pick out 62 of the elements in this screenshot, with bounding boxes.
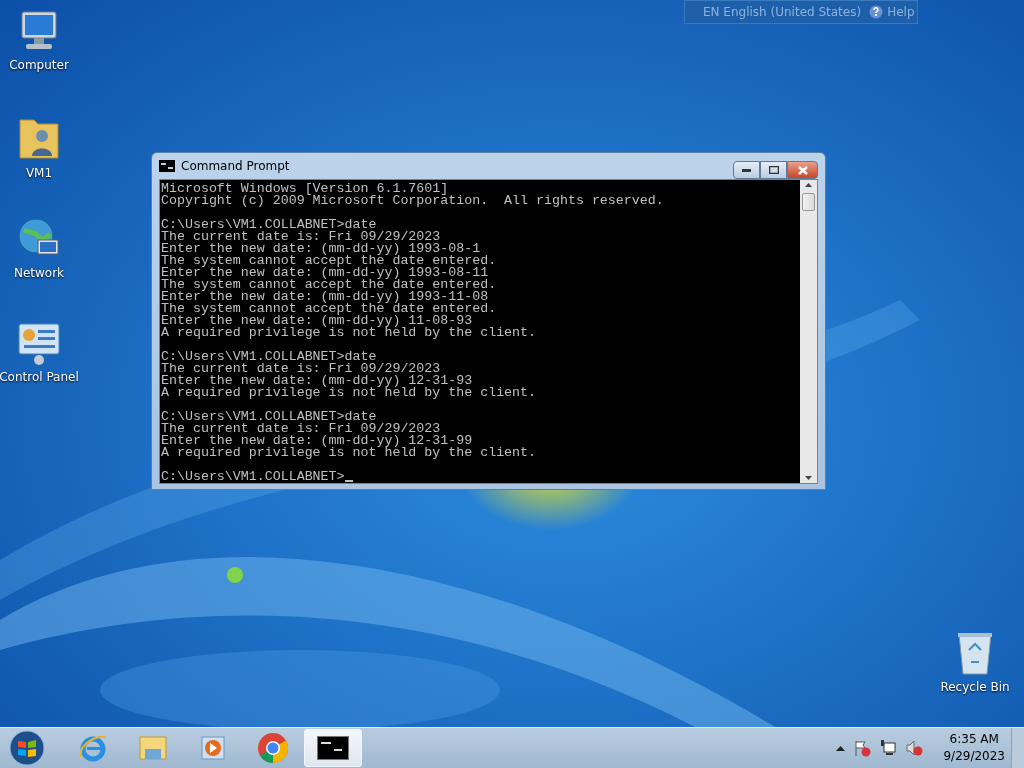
console-line: A required privilege is not held by the client. (161, 447, 538, 459)
desktop-shortcut[interactable]: VM1 (0, 112, 78, 198)
control-panel-icon (16, 320, 62, 366)
show-hidden-icons[interactable] (836, 745, 846, 751)
recycle-bin-icon (955, 630, 995, 676)
close-icon (797, 165, 808, 175)
console-line: Enter the new date: (mm-dd-yy) 1993-08-11 (161, 267, 489, 279)
desktop-shortcut[interactable]: Recycle Bin (940, 630, 1010, 716)
shortcut-label: VM1 (25, 166, 53, 180)
clock-time: 6:35 AM (949, 731, 999, 748)
console-line: Copyright (c) 2009 Microsoft Corporation. All rights reserved. (161, 195, 665, 207)
minimize-button[interactable] (733, 161, 760, 179)
console-line: Enter the new date: (mm-dd-yy) 12-31-93 (161, 375, 474, 387)
clock-date: 9/29/2023 (943, 748, 1005, 765)
shortcut-label: Network (13, 266, 65, 280)
shortcut-label: Control Panel (0, 370, 79, 384)
console-line: A required privilege is not held by the client. (161, 387, 538, 399)
scroll-up-icon (805, 183, 812, 187)
muted-volume-icon[interactable] (905, 739, 924, 757)
action-center-icon[interactable] (853, 739, 872, 757)
console-line: The current date is: Fri 09/29/2023 (161, 423, 441, 435)
terminal-icon (317, 736, 349, 760)
console-line: C:\Users\VM1.COLLABNET>date (161, 219, 377, 231)
browser-e-icon (78, 733, 108, 763)
console-line: C:\Users\VM1.COLLABNET>date (161, 411, 377, 423)
text-cursor (344, 480, 353, 482)
console-line: The current date is: Fri 09/29/2023 (161, 231, 441, 243)
clock[interactable]: 6:35 AM 9/29/2023 (943, 731, 1005, 765)
terminal-icon (159, 160, 175, 172)
console-line: Enter the new date: (mm-dd-yy) 12-31-99 (161, 435, 474, 447)
desktop-shortcut[interactable]: Computer (0, 8, 78, 94)
scroll-thumb[interactable] (802, 193, 815, 211)
maximize-button[interactable] (760, 161, 787, 179)
console-prompt: C:\Users\VM1.COLLABNET> (161, 471, 345, 483)
desktop-shortcut[interactable]: Control Panel (0, 320, 78, 406)
start-orb-icon (8, 729, 46, 767)
desktop-shortcut[interactable]: Network (0, 216, 78, 302)
maximize-icon (768, 166, 779, 174)
console-line: A required privilege is not held by the client. (161, 327, 538, 339)
console-line: Enter the new date: (mm-dd-yy) 1993-08-1 (161, 243, 481, 255)
start-button[interactable] (8, 729, 46, 767)
close-button[interactable] (787, 161, 818, 179)
network-icon[interactable] (879, 739, 898, 757)
console-line: Enter the new date: (mm-dd-yy) 11-08-93 (161, 315, 474, 327)
console-line: The system cannot accept the date entered. (161, 255, 498, 267)
help-icon (869, 5, 884, 19)
chrome-icon (257, 732, 289, 764)
scroll-down-icon (805, 476, 812, 480)
media-player-icon (199, 734, 227, 762)
console-line: Microsoft Windows [Version 6.1.7601] (161, 183, 449, 195)
console-line: Enter the new date: (mm-dd-yy) 1993-11-08 (161, 291, 489, 303)
scrollbar[interactable] (800, 180, 817, 483)
console-line: The current date is: Fri 09/29/2023 (161, 363, 441, 375)
shortcut-label: Recycle Bin (940, 680, 1010, 694)
console-line: The system cannot accept the date entered. (161, 303, 498, 315)
console-line: The system cannot accept the date entered. (161, 279, 498, 291)
minimize-icon (742, 168, 751, 172)
window-title: Command Prompt (181, 159, 291, 173)
taskbar-button[interactable] (304, 729, 362, 767)
console-line: C:\Users\VM1.COLLABNET>date (161, 351, 377, 363)
shortcut-label: Computer (9, 58, 69, 72)
folder-icon (137, 733, 169, 763)
